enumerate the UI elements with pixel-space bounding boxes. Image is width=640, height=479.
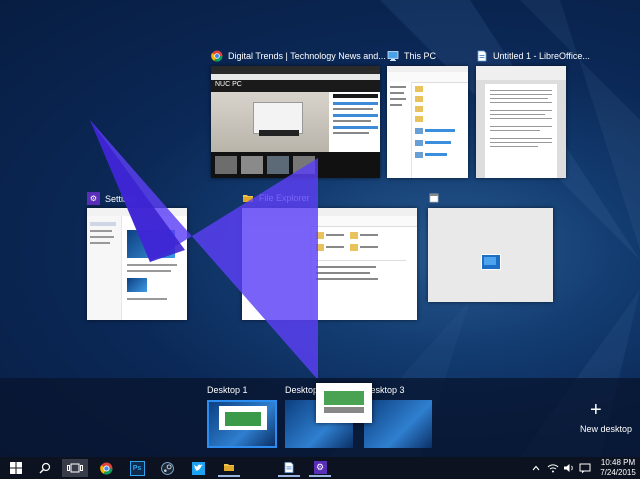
window-title-digital-trends[interactable]: Digital Trends | Technology News and... xyxy=(211,50,386,62)
window-title-label: Digital Trends | Technology News and... xyxy=(228,51,386,61)
window-icon xyxy=(428,192,440,204)
window-title-label: File Explorer xyxy=(259,193,310,203)
settings-icon: ⚙ xyxy=(87,192,100,205)
desktop-3-thumbnail[interactable] xyxy=(364,400,432,448)
search-icon[interactable] xyxy=(34,459,56,477)
file-explorer-icon xyxy=(242,192,254,204)
window-title-unnamed[interactable] xyxy=(428,192,445,204)
volume-icon[interactable] xyxy=(561,459,577,477)
window-thumbnail-file-explorer[interactable] xyxy=(242,208,417,320)
desktop-1-thumbnail[interactable] xyxy=(207,400,277,448)
clock-time: 10:48 PM xyxy=(600,458,636,467)
document-icon xyxy=(476,50,488,62)
twitter-icon[interactable] xyxy=(187,459,209,477)
clock-date: 7/24/2015 xyxy=(600,468,636,477)
window-thumbnail-this-pc[interactable] xyxy=(387,66,468,178)
window-title-libreoffice[interactable]: Untitled 1 - LibreOffice... xyxy=(476,50,590,62)
window-title-settings[interactable]: ⚙ Settings xyxy=(87,192,138,205)
document-icon[interactable] xyxy=(278,459,300,477)
new-desktop-label[interactable]: New desktop xyxy=(580,424,632,434)
window-title-this-pc[interactable]: This PC xyxy=(387,50,436,62)
task-view-icon[interactable] xyxy=(62,459,88,477)
taskbar: Ps ⚙ 10:48 PM 7/24/2015 xyxy=(0,457,640,479)
chevron-up-icon[interactable] xyxy=(530,459,542,477)
dragged-window-preview[interactable] xyxy=(316,383,372,423)
chrome-icon[interactable] xyxy=(95,459,117,477)
window-title-label: Untitled 1 - LibreOffice... xyxy=(493,51,590,61)
window-thumbnail-libreoffice[interactable] xyxy=(476,66,566,178)
system-clock[interactable]: 10:48 PM 7/24/2015 xyxy=(598,458,638,478)
this-pc-icon xyxy=(387,50,399,62)
desktop-1-label: Desktop 1 xyxy=(207,385,248,395)
wifi-icon[interactable] xyxy=(545,459,561,477)
settings-icon[interactable]: ⚙ xyxy=(309,459,331,477)
notifications-icon[interactable] xyxy=(577,459,593,477)
new-desktop-plus-icon[interactable]: + xyxy=(590,400,602,420)
chrome-icon xyxy=(211,50,223,62)
article-heading: NUC PC xyxy=(215,81,242,88)
window-thumbnail-settings[interactable] xyxy=(87,208,187,320)
window-thumbnail-digital-trends[interactable]: NUC PC xyxy=(211,66,380,178)
window-title-label: This PC xyxy=(404,51,437,61)
file-explorer-icon[interactable] xyxy=(218,459,240,477)
window-title-file-explorer[interactable]: File Explorer xyxy=(242,192,310,204)
windows-start-icon[interactable] xyxy=(5,459,27,477)
photoshop-icon[interactable]: Ps xyxy=(126,459,148,477)
window-title-label: Settings xyxy=(105,193,138,204)
window-thumbnail-unnamed[interactable] xyxy=(428,208,553,302)
steam-icon[interactable] xyxy=(156,459,178,477)
